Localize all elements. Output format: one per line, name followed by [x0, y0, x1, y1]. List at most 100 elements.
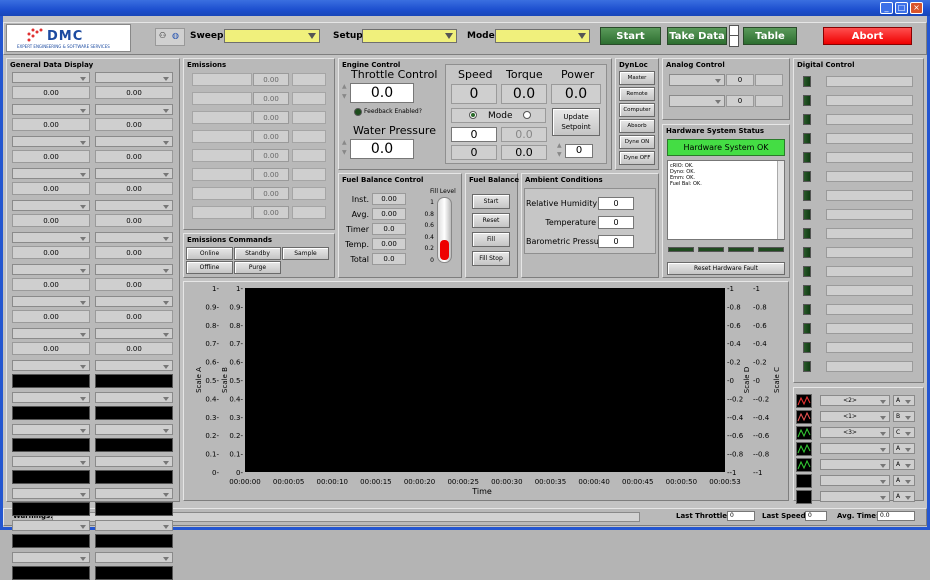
general-select[interactable]	[95, 488, 173, 499]
digital-led-0[interactable]	[803, 76, 811, 87]
general-select[interactable]	[12, 328, 90, 339]
plot-signal-select[interactable]	[820, 475, 890, 486]
log-scrollbar[interactable]	[777, 161, 784, 239]
digital-led-9[interactable]	[803, 247, 811, 258]
general-select[interactable]	[95, 72, 173, 83]
sample-button[interactable]: Sample	[282, 247, 329, 260]
fuel-fill-stop-button[interactable]: Fill Stop	[472, 251, 510, 266]
plot-legend-icon[interactable]	[796, 426, 812, 440]
plot-scale-select[interactable]: A	[893, 491, 915, 502]
general-select[interactable]	[95, 200, 173, 211]
plot-signal-select[interactable]	[820, 491, 890, 502]
general-select[interactable]	[95, 104, 173, 115]
take-data-toggle[interactable]	[729, 25, 739, 47]
table-button[interactable]: Table	[743, 27, 797, 45]
analog-select-1[interactable]	[669, 74, 725, 86]
dynloc-absorb-button[interactable]: Absorb	[619, 119, 655, 133]
plot-scale-select[interactable]: A	[893, 443, 915, 454]
digital-led-13[interactable]	[803, 323, 811, 334]
abort-button[interactable]: Abort	[823, 27, 912, 45]
general-select[interactable]	[95, 264, 173, 275]
digital-led-14[interactable]	[803, 342, 811, 353]
fuel-reset-button[interactable]: Reset	[472, 213, 510, 228]
plot-signal-select[interactable]: <2>	[820, 395, 890, 406]
general-select[interactable]	[95, 168, 173, 179]
plot-signal-select[interactable]	[820, 459, 890, 470]
plot-scale-select[interactable]: A	[893, 459, 915, 470]
general-select[interactable]	[12, 104, 90, 115]
general-select[interactable]	[95, 296, 173, 307]
throttle-stepper[interactable]: ▲ ▼	[342, 82, 349, 104]
mode-select[interactable]	[495, 29, 590, 43]
general-select[interactable]	[95, 456, 173, 467]
start-button[interactable]: Start	[600, 27, 661, 45]
feedback-led[interactable]	[354, 108, 362, 116]
digital-led-10[interactable]	[803, 266, 811, 277]
general-select[interactable]	[12, 296, 90, 307]
general-select[interactable]	[12, 552, 90, 563]
general-select[interactable]	[95, 360, 173, 371]
plot-legend-icon[interactable]	[796, 394, 812, 408]
digital-led-11[interactable]	[803, 285, 811, 296]
general-select[interactable]	[12, 360, 90, 371]
dynloc-remote-button[interactable]: Remote	[619, 87, 655, 101]
dynloc-dyne-on-button[interactable]: Dyne ON	[619, 135, 655, 149]
setpoint-stepper[interactable]: ▲ ▼	[557, 141, 564, 161]
plot-signal-select[interactable]: <1>	[820, 411, 890, 422]
digital-led-7[interactable]	[803, 209, 811, 220]
general-select[interactable]	[95, 392, 173, 403]
general-select[interactable]	[12, 136, 90, 147]
digital-led-5[interactable]	[803, 171, 811, 182]
general-select[interactable]	[95, 232, 173, 243]
dynloc-computer-button[interactable]: Computer	[619, 103, 655, 117]
plot-legend-icon[interactable]	[796, 490, 812, 504]
plot-legend-icon[interactable]	[796, 442, 812, 456]
digital-led-3[interactable]	[803, 133, 811, 144]
purge-button[interactable]: Purge	[234, 261, 281, 274]
general-select[interactable]	[95, 520, 173, 531]
minimize-icon[interactable]: _	[880, 2, 893, 14]
hardware-log[interactable]: cRIO: OK. Dyno: OK. Emm: OK. Fuel Bal: OK.	[667, 160, 785, 240]
water-stepper[interactable]: ▲ ▼	[342, 138, 349, 160]
fuel-fill-button[interactable]: Fill	[472, 232, 510, 247]
general-select[interactable]	[12, 200, 90, 211]
plot-signal-select[interactable]: <3>	[820, 427, 890, 438]
plot-legend-icon[interactable]	[796, 458, 812, 472]
plot-area[interactable]	[245, 288, 725, 472]
digital-led-4[interactable]	[803, 152, 811, 163]
setpoint-input[interactable]: 0	[565, 144, 593, 158]
setup-select[interactable]	[362, 29, 457, 43]
plot-scale-select[interactable]: A	[893, 475, 915, 486]
general-select[interactable]	[12, 424, 90, 435]
offline-button[interactable]: Offline	[186, 261, 233, 274]
general-select[interactable]	[12, 168, 90, 179]
digital-led-12[interactable]	[803, 304, 811, 315]
analog-select-2[interactable]	[669, 95, 725, 107]
general-select[interactable]	[12, 392, 90, 403]
plot-legend-icon[interactable]	[796, 474, 812, 488]
general-select[interactable]	[95, 424, 173, 435]
take-data-button[interactable]: Take Data	[667, 27, 727, 45]
analog-output-1[interactable]	[755, 74, 783, 86]
digital-led-15[interactable]	[803, 361, 811, 372]
general-select[interactable]	[12, 264, 90, 275]
general-select[interactable]	[95, 136, 173, 147]
plot-signal-select[interactable]	[820, 443, 890, 454]
close-icon[interactable]: ×	[910, 2, 923, 14]
sweep-select[interactable]	[224, 29, 320, 43]
speed-setpoint-input[interactable]: 0	[451, 127, 497, 142]
general-select[interactable]	[12, 520, 90, 531]
digital-led-1[interactable]	[803, 95, 811, 106]
standby-button[interactable]: Standby	[234, 247, 281, 260]
fuel-start-button[interactable]: Start	[472, 194, 510, 209]
online-button[interactable]: Online	[186, 247, 233, 260]
throttle-input[interactable]: 0.0	[350, 83, 414, 103]
mode-radio-right[interactable]	[523, 111, 531, 119]
plot-legend-icon[interactable]	[796, 410, 812, 424]
water-pressure-input[interactable]: 0.0	[350, 139, 414, 159]
plot-scale-select[interactable]: C	[893, 427, 915, 438]
maximize-icon[interactable]: □	[895, 2, 908, 14]
analog-output-2[interactable]	[755, 95, 783, 107]
general-select[interactable]	[12, 72, 90, 83]
digital-led-8[interactable]	[803, 228, 811, 239]
